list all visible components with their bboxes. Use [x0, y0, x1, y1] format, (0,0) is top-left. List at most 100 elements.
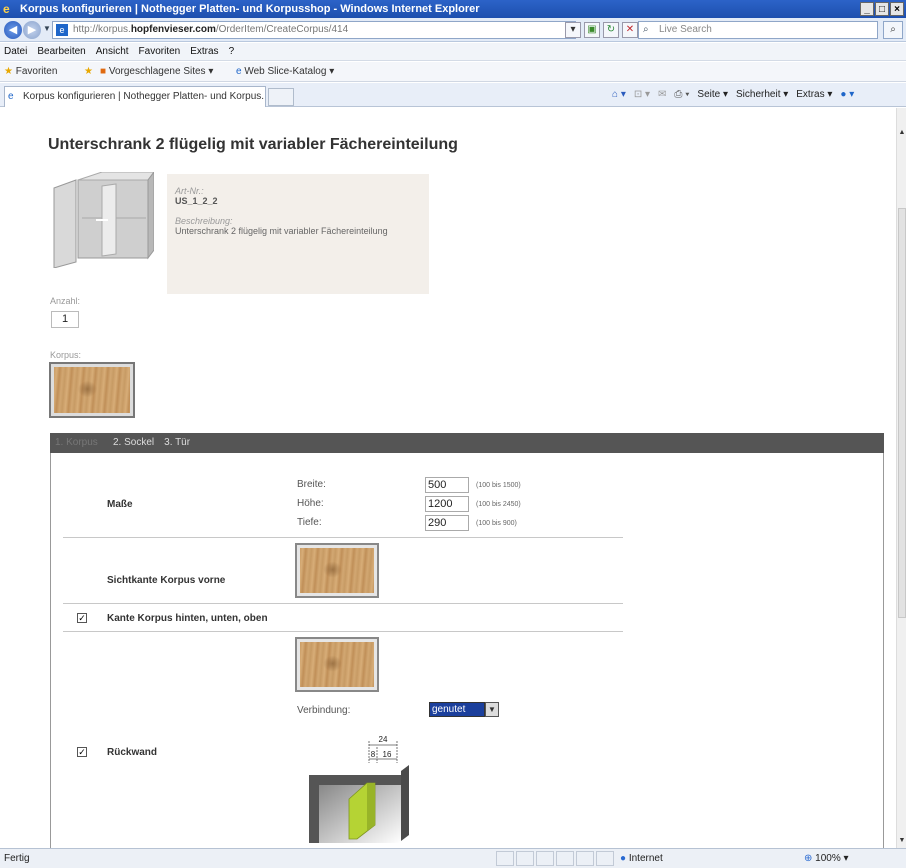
- anzahl-input[interactable]: 1: [51, 311, 79, 328]
- history-dropdown-icon[interactable]: ▼: [43, 24, 51, 33]
- chevron-down-icon[interactable]: ▼: [485, 702, 499, 717]
- verbindung-select[interactable]: genutet ▼: [429, 702, 499, 717]
- add-favorite-icon[interactable]: ★: [84, 62, 93, 82]
- zoom-icon: ⊕: [804, 853, 813, 864]
- back-button[interactable]: ◀: [4, 21, 22, 39]
- korpus-material-swatch[interactable]: [49, 362, 135, 418]
- dim-left: 8: [371, 750, 376, 759]
- address-toolbar: ◀ ▶ ▼ e http://korpus.hopfenvieser.com/O…: [0, 18, 906, 42]
- breite-input[interactable]: 500: [425, 477, 469, 493]
- menu-datei[interactable]: Datei: [4, 43, 27, 60]
- address-bar[interactable]: e http://korpus.hopfenvieser.com/OrderIt…: [52, 21, 576, 39]
- verbindung-value: genutet: [429, 702, 485, 717]
- separator: [63, 603, 623, 604]
- security-zone: ● Internet: [620, 849, 663, 868]
- security-menu[interactable]: Sicherheit ▾: [736, 86, 788, 104]
- ie-icon: e: [3, 2, 10, 16]
- home-icon[interactable]: ⌂ ▾: [612, 86, 626, 104]
- vertical-scrollbar[interactable]: ▲ ▼: [896, 108, 906, 848]
- favorites-label: Favoriten: [15, 66, 58, 77]
- web-slice-icon: e: [236, 66, 242, 77]
- status-bar: Fertig ● Internet ⊕ 100% ▾: [0, 848, 906, 868]
- korpus-label: Korpus:: [50, 350, 82, 360]
- command-bar: ⌂ ▾ ⊡ ▾ ✉ ⎙ ▾ Seite ▾ Sicherheit ▾ Extra…: [612, 86, 854, 104]
- status-text: Fertig: [4, 853, 30, 864]
- page-menu[interactable]: Seite ▾: [697, 86, 728, 104]
- url-prefix: http://korpus.: [73, 24, 131, 35]
- kante-label: Kante Korpus hinten, unten, oben: [107, 613, 268, 624]
- mail-icon[interactable]: ✉: [658, 86, 666, 104]
- hoehe-input[interactable]: 1200: [425, 496, 469, 512]
- art-nr-value: US_1_2_2: [175, 196, 218, 206]
- art-nr-label: Art-Nr.:: [175, 186, 204, 196]
- rueckwand-checkbox[interactable]: ✓: [77, 747, 87, 757]
- sichtkante-swatch[interactable]: [295, 543, 379, 598]
- rueckwand-3d-diagram: [309, 765, 409, 843]
- tiefe-input[interactable]: 290: [425, 515, 469, 531]
- forward-button[interactable]: ▶: [23, 21, 41, 39]
- page-favicon-icon: e: [56, 24, 68, 36]
- tab-sockel[interactable]: 2. Sockel: [108, 433, 159, 453]
- breite-range: (100 bis 1500): [476, 482, 521, 489]
- menu-bearbeiten[interactable]: Bearbeiten: [37, 43, 85, 60]
- hoehe-range: (100 bis 2450): [476, 501, 521, 508]
- menu-bar: Datei Bearbeiten Ansicht Favoriten Extra…: [0, 43, 906, 61]
- maximize-button[interactable]: □: [875, 2, 889, 16]
- browser-tab[interactable]: e Korpus konfigurieren | Nothegger Platt…: [4, 86, 266, 107]
- separator: [63, 537, 623, 538]
- tiefe-range: (100 bis 900): [476, 520, 517, 527]
- web-slice-link[interactable]: e Web Slice-Katalog ▾: [236, 62, 334, 82]
- separator: [63, 631, 623, 632]
- anzahl-label: Anzahl:: [50, 296, 81, 306]
- live-search-icon: ⌕: [643, 24, 649, 35]
- new-tab-button[interactable]: [268, 88, 294, 106]
- search-input[interactable]: ⌕ Live Search: [638, 21, 878, 39]
- help-icon[interactable]: ● ▾: [840, 86, 854, 104]
- refresh-icon[interactable]: ↻: [603, 22, 619, 38]
- zoom-value: 100%: [815, 853, 841, 864]
- search-button[interactable]: ⌕: [883, 21, 903, 39]
- rueckwand-label: Rückwand: [107, 747, 158, 758]
- tab-korpus[interactable]: 1. Korpus: [50, 433, 108, 453]
- minimize-button[interactable]: _: [860, 2, 874, 16]
- dropdown-icon[interactable]: ▾: [565, 22, 581, 38]
- dim-top: 24: [379, 735, 388, 744]
- tab-title: Korpus konfigurieren | Nothegger Platten…: [23, 91, 266, 102]
- star-icon: ★: [4, 66, 13, 77]
- tab-row: e Korpus konfigurieren | Nothegger Platt…: [0, 83, 906, 107]
- suggested-sites-link[interactable]: ■ Vorgeschlagene Sites ▾: [100, 62, 213, 82]
- kante-checkbox[interactable]: ✓: [77, 613, 87, 623]
- tab-tuer[interactable]: 3. Tür: [159, 433, 195, 453]
- zone-label: Internet: [628, 853, 663, 864]
- scroll-down-icon[interactable]: ▼: [897, 836, 906, 846]
- status-panes: [496, 851, 614, 866]
- zoom-level[interactable]: ⊕ 100% ▾: [804, 849, 849, 868]
- scrollbar-thumb[interactable]: [898, 208, 906, 618]
- menu-extras[interactable]: Extras: [190, 43, 218, 60]
- favorites-button[interactable]: ★ Favoriten: [4, 62, 57, 82]
- scroll-up-icon[interactable]: ▲: [897, 128, 906, 138]
- web-slice-label: Web Slice-Katalog ▾: [244, 66, 335, 77]
- url-domain: hopfenvieser.com: [130, 24, 216, 35]
- address-tools: ▾ ▣ ↻ ✕: [565, 22, 638, 38]
- tab-favicon-icon: e: [8, 91, 14, 102]
- page-title: Unterschrank 2 flügelig mit variabler Fä…: [48, 136, 458, 153]
- url-path: /OrderItem/CreateCorpus/414: [215, 24, 349, 35]
- print-icon[interactable]: ⎙ ▾: [674, 86, 689, 104]
- menu-help[interactable]: ?: [229, 43, 235, 60]
- suggested-sites-icon: ■: [100, 66, 107, 77]
- tools-menu[interactable]: Extras ▾: [796, 86, 832, 104]
- close-button[interactable]: ×: [890, 2, 904, 16]
- compatibility-icon[interactable]: ▣: [584, 22, 600, 38]
- product-info-box: Art-Nr.: US_1_2_2 Beschreibung: Untersch…: [167, 174, 429, 294]
- favorites-bar: ★ Favoriten ★ ■ Vorgeschlagene Sites ▾ e…: [0, 62, 906, 82]
- hoehe-label: Höhe:: [297, 498, 324, 509]
- stop-icon[interactable]: ✕: [622, 22, 638, 38]
- config-steps: 1. Korpus 2. Sockel 3. Tür: [50, 433, 884, 453]
- beschreibung-label: Beschreibung:: [175, 216, 233, 226]
- menu-ansicht[interactable]: Ansicht: [96, 43, 129, 60]
- menu-favoriten[interactable]: Favoriten: [139, 43, 181, 60]
- kante-swatch[interactable]: [295, 637, 379, 692]
- window-controls: _ □ ×: [860, 2, 904, 16]
- feeds-icon[interactable]: ⊡ ▾: [634, 86, 650, 104]
